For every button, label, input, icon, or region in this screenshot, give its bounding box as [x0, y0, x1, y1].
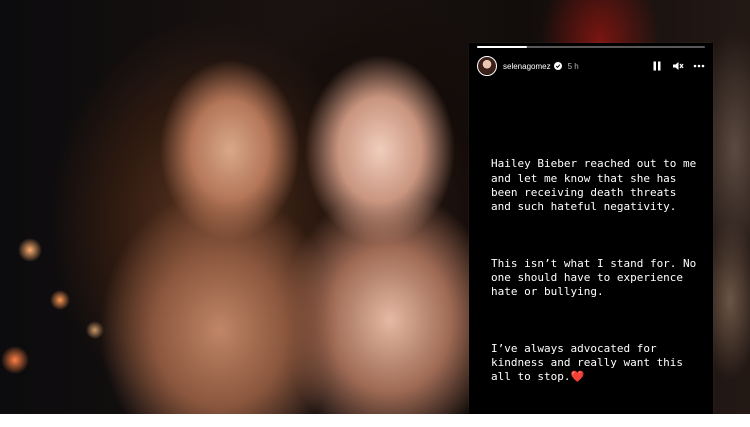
mute-icon[interactable]: [672, 60, 684, 72]
story-timestamp: 5 h: [567, 61, 579, 71]
more-options-icon[interactable]: [693, 60, 705, 72]
verified-badge-icon: [553, 62, 562, 70]
story-paragraph-2: This isn’t what I stand for. No one shou…: [491, 256, 703, 299]
instagram-story[interactable]: selenagomez 5 h Hailey Bieber reached ou…: [469, 43, 713, 414]
story-paragraph-3: I’ve always advocated for kindness and r…: [491, 342, 701, 385]
story-progress-bar: [477, 46, 705, 48]
avatar[interactable]: [477, 56, 497, 76]
story-paragraph-1: Hailey Bieber reached out to me and let …: [491, 157, 703, 214]
story-username[interactable]: selenagomez: [503, 62, 551, 71]
story-text: Hailey Bieber reached out to me and let …: [491, 129, 701, 427]
story-header: selenagomez 5 h: [477, 55, 705, 77]
story-paragraph-3-text: I’ve always advocated for kindness and r…: [491, 341, 690, 384]
heart-emoji: ❤️: [570, 370, 585, 384]
pause-icon[interactable]: [651, 60, 663, 72]
story-progress-fill: [477, 46, 528, 48]
story-controls: [651, 60, 705, 72]
